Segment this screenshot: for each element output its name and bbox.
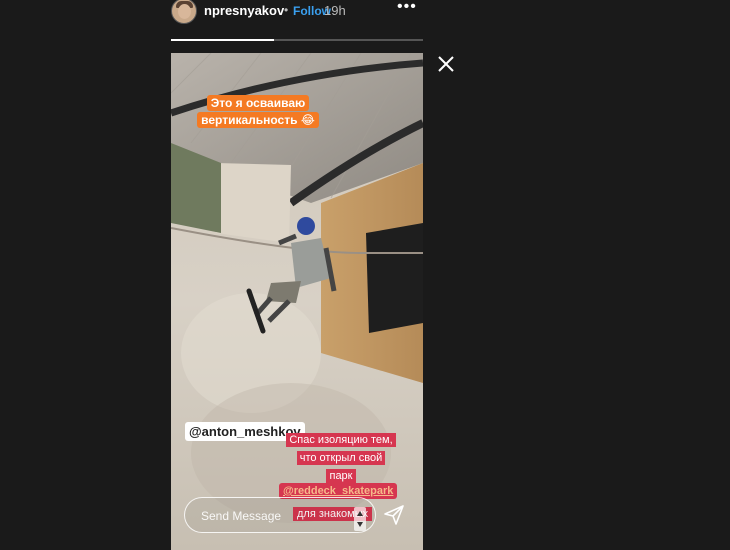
avatar-face	[178, 4, 191, 19]
caption-orange: Это я осваиваю вертикальность 😂	[193, 95, 323, 129]
post-time: 19h	[324, 3, 346, 18]
avatar[interactable]	[171, 0, 197, 24]
more-icon[interactable]: •••	[397, 0, 417, 16]
separator-dot: •	[284, 3, 289, 17]
caption-red: Спас изоляцию тем, что открыл свой парк	[271, 431, 411, 485]
caption-red-line-3: парк	[326, 469, 356, 483]
caption-orange-line-2: вертикальность 😂	[197, 112, 319, 128]
story-media[interactable]: Это я осваиваю вертикальность 😂 @anton_m…	[171, 53, 423, 550]
caption-red-line-2: что открыл свой	[296, 451, 386, 465]
story-header: npresnyakov • Follow 19h •••	[171, 0, 423, 40]
story-progress-fill	[171, 39, 275, 41]
username-link[interactable]: npresnyakov	[204, 3, 284, 18]
caption-orange-line-1: Это я осваиваю	[206, 95, 310, 111]
paper-plane-icon[interactable]	[383, 504, 405, 526]
scroll-stepper[interactable]	[354, 507, 366, 531]
send-message-input[interactable]	[201, 506, 351, 526]
reply-box[interactable]	[184, 497, 376, 533]
story-progress-bar	[171, 39, 423, 41]
caption-red-line-1: Спас изоляцию тем,	[286, 433, 396, 447]
close-icon[interactable]	[436, 54, 456, 74]
